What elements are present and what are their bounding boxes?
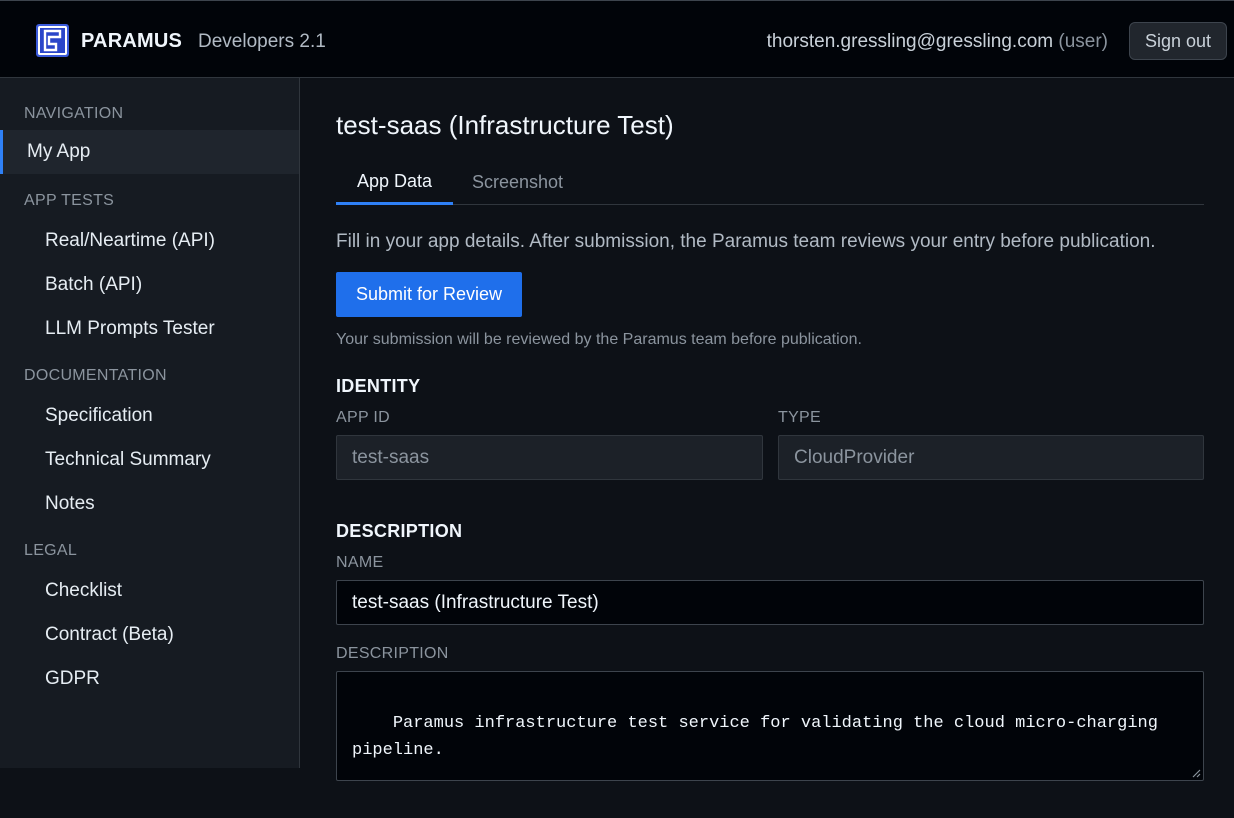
paramus-logo-icon[interactable] [36, 24, 69, 57]
tab-app-data[interactable]: App Data [336, 160, 453, 205]
sidebar-item-contract[interactable]: Contract (Beta) [45, 624, 174, 646]
type-field[interactable]: CloudProvider [778, 435, 1204, 480]
sign-out-button[interactable]: Sign out [1129, 22, 1227, 60]
submit-for-review-button[interactable]: Submit for Review [336, 272, 522, 317]
sidebar-item-realtime-api[interactable]: Real/Neartime (API) [45, 230, 215, 252]
type-value: CloudProvider [794, 446, 915, 468]
brand-name[interactable]: PARAMUS [81, 30, 182, 53]
name-value: test-saas (Infrastructure Test) [352, 591, 599, 613]
sidebar-item-my-app[interactable]: My App [0, 130, 299, 174]
tab-screenshot[interactable]: Screenshot [453, 160, 582, 205]
sidebar-item-label: My App [27, 141, 91, 162]
user-info: thorsten.gressling@gressling.com (user) [767, 31, 1108, 53]
name-input[interactable]: test-saas (Infrastructure Test) [336, 580, 1204, 625]
tab-bar: App Data Screenshot [336, 160, 1204, 205]
sidebar-item-batch-api[interactable]: Batch (API) [45, 274, 142, 296]
sidebar-section-documentation: DOCUMENTATION [24, 367, 167, 384]
resize-handle-icon[interactable] [1191, 768, 1201, 778]
sidebar-section-navigation: NAVIGATION [24, 105, 124, 122]
sidebar-item-technical-summary[interactable]: Technical Summary [45, 449, 211, 471]
sidebar-item-checklist[interactable]: Checklist [45, 580, 122, 602]
intro-text: Fill in your app details. After submissi… [336, 231, 1156, 252]
sidebar-section-legal: LEGAL [24, 542, 78, 559]
sidebar-section-app-tests: APP TESTS [24, 192, 115, 209]
app-id-label: APP ID [336, 409, 390, 426]
sidebar-item-notes[interactable]: Notes [45, 493, 95, 515]
identity-heading: IDENTITY [336, 376, 421, 396]
app-id-value: test-saas [352, 446, 430, 468]
name-label: NAME [336, 554, 384, 571]
top-bar: PARAMUS Developers 2.1 thorsten.gresslin… [0, 0, 1234, 78]
description-label: DESCRIPTION [336, 645, 449, 662]
app-subtitle: Developers 2.1 [198, 31, 326, 52]
page-title: test-saas (Infrastructure Test) [336, 110, 674, 140]
sidebar-item-specification[interactable]: Specification [45, 405, 153, 427]
sidebar-item-gdpr[interactable]: GDPR [45, 668, 100, 690]
type-label: TYPE [778, 409, 821, 426]
sidebar: NAVIGATION My App APP TESTS Real/Neartim… [0, 78, 300, 768]
description-heading: DESCRIPTION [336, 521, 463, 541]
user-email: thorsten.gressling@gressling.com [766, 31, 1054, 52]
description-value: Paramus infrastructure test service for … [352, 714, 1158, 760]
app-id-field[interactable]: test-saas [336, 435, 763, 480]
user-role: (user) [1058, 31, 1108, 52]
sidebar-item-llm-prompts-tester[interactable]: LLM Prompts Tester [45, 318, 215, 340]
description-textarea[interactable]: Paramus infrastructure test service for … [336, 671, 1204, 781]
submission-note: Your submission will be reviewed by the … [336, 331, 862, 348]
